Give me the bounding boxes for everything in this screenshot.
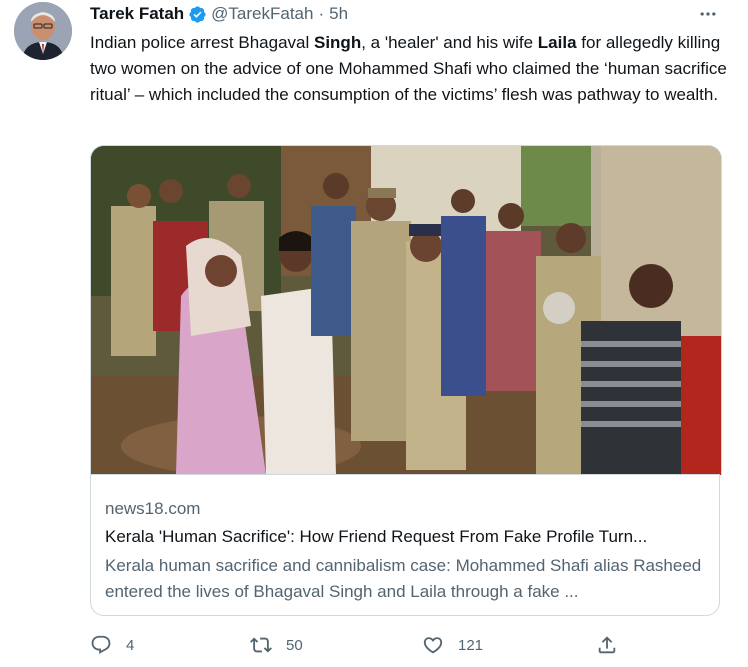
author-handle[interactable]: @TarekFatah	[211, 4, 313, 24]
card-domain: news18.com	[105, 499, 201, 518]
tweet-actions: 4 50 121	[90, 632, 630, 658]
share-icon	[598, 636, 616, 654]
retweet-count: 50	[286, 636, 303, 654]
like-button[interactable]: 121	[422, 632, 483, 658]
reply-button[interactable]: 4	[90, 632, 134, 658]
reply-count: 4	[126, 636, 135, 654]
tweet-text-bold: Singh	[313, 33, 362, 52]
retweet-icon	[250, 637, 272, 653]
avatar[interactable]	[14, 2, 72, 60]
heart-icon	[423, 637, 443, 654]
share-button[interactable]	[596, 632, 618, 658]
tweet-time[interactable]: 5h	[329, 4, 348, 24]
verified-badge-icon	[188, 5, 207, 24]
reply-icon	[91, 635, 111, 654]
card-description: Kerala human sacrifice and cannibalism c…	[105, 556, 702, 601]
tweet-text-segment: Indian police arrest Bhagaval	[90, 33, 314, 52]
author-name[interactable]: Tarek Fatah	[90, 4, 184, 24]
more-horizontal-icon[interactable]	[696, 2, 720, 26]
tweet-text-segment: , a 'healer' and his wife	[361, 33, 538, 52]
card-title: Kerala 'Human Sacrifice': How Friend Req…	[105, 527, 648, 546]
card-image[interactable]	[90, 145, 722, 475]
separator-dot: ·	[318, 4, 325, 23]
like-count: 121	[458, 636, 484, 654]
tweet-text: Indian police arrest Bhagaval Singh, a '…	[90, 30, 730, 108]
retweet-button[interactable]: 50	[250, 632, 303, 658]
tweet-text-bold: Laila	[537, 33, 577, 52]
tweet-header: Tarek Fatah @TarekFatah · 5h	[90, 2, 348, 26]
link-card[interactable]: news18.com Kerala 'Human Sacrifice': How…	[90, 474, 720, 616]
tweet[interactable]: Tarek Fatah @TarekFatah · 5h Indian poli…	[0, 0, 748, 667]
